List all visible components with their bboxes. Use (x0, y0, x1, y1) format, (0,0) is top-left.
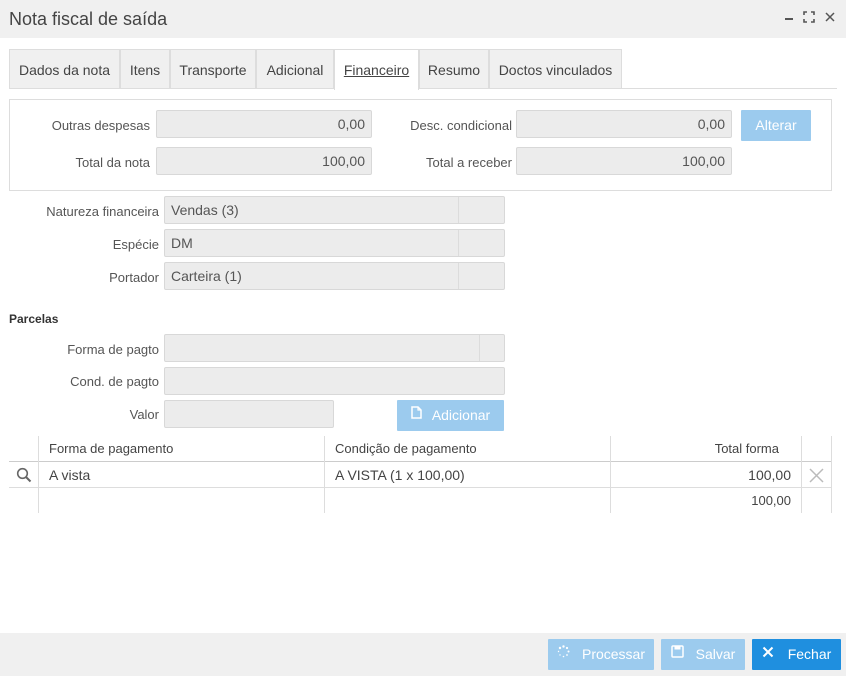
valor-field[interactable] (164, 400, 334, 428)
grid-footer-total: 100,00 (751, 493, 791, 508)
outras-despesas-field[interactable]: 0,00 (156, 110, 372, 138)
desc-condicional-field[interactable]: 0,00 (516, 110, 732, 138)
forma-pagto-label: Forma de pagto (67, 342, 159, 357)
tab-doctos-vinculados[interactable]: Doctos vinculados (489, 49, 622, 88)
portador-value: Carteira (1) (171, 268, 242, 284)
tab-transporte[interactable]: Transporte (170, 49, 256, 88)
search-icon[interactable] (16, 467, 32, 486)
field-divider (479, 335, 480, 361)
field-divider (458, 263, 459, 289)
window-title: Nota fiscal de saída (9, 9, 168, 29)
especie-value: DM (171, 235, 193, 251)
valor-label: Valor (129, 407, 159, 422)
desc-condicional-label: Desc. condicional (410, 118, 512, 133)
adicionar-button[interactable]: Adicionar (397, 400, 504, 431)
close-icon[interactable] (823, 10, 837, 24)
cond-pagto-field[interactable] (164, 367, 505, 395)
row-forma: A vista (49, 467, 91, 483)
portador-field[interactable]: Carteira (1) (164, 262, 505, 290)
tab-itens[interactable]: Itens (120, 49, 170, 88)
forma-pagto-field[interactable] (164, 334, 505, 362)
natureza-financeira-value: Vendas (3) (171, 202, 239, 218)
file-icon (411, 399, 422, 430)
tab-financeiro[interactable]: Financeiro (334, 49, 419, 90)
total-nota-field[interactable]: 100,00 (156, 147, 372, 175)
tab-bar: Dados da nota Itens Transporte Adicional… (9, 49, 837, 90)
especie-field[interactable]: DM (164, 229, 505, 257)
parcelas-title: Parcelas (9, 312, 59, 326)
row-total: 100,00 (748, 467, 791, 483)
header-forma-pagamento[interactable]: Forma de pagamento (49, 441, 173, 456)
portador-label: Portador (109, 270, 159, 285)
totals-panel: Outras despesas 0,00 Desc. condicional 0… (9, 99, 832, 191)
row-condicao: A VISTA (1 x 100,00) (335, 467, 465, 483)
field-divider (458, 230, 459, 256)
total-receber-field[interactable]: 100,00 (516, 147, 732, 175)
table-row[interactable]: A vista A VISTA (1 x 100,00) 100,00 (9, 462, 832, 488)
header-condicao-pagamento[interactable]: Condição de pagamento (335, 441, 477, 456)
tab-resumo[interactable]: Resumo (419, 49, 489, 88)
natureza-financeira-field[interactable]: Vendas (3) (164, 196, 505, 224)
title-bar: Nota fiscal de saída (0, 0, 846, 38)
tab-dados-da-nota[interactable]: Dados da nota (9, 49, 120, 88)
alterar-button[interactable]: Alterar (741, 110, 811, 141)
footer-bar: Processar Salvar Fechar (0, 633, 846, 676)
close-icon (762, 638, 774, 669)
fechar-button[interactable]: Fechar (752, 639, 841, 670)
salvar-label: Salvar (695, 646, 736, 662)
fechar-label: Fechar (787, 646, 832, 662)
field-divider (458, 197, 459, 223)
save-icon (670, 638, 684, 669)
salvar-button[interactable]: Salvar (661, 639, 745, 670)
grid-header: Forma de pagamento Condição de pagamento… (9, 436, 832, 462)
tab-adicional[interactable]: Adicional (256, 49, 334, 88)
outras-despesas-label: Outras despesas (51, 118, 150, 133)
total-nota-label: Total da nota (75, 155, 150, 170)
header-total-forma[interactable]: Total forma (611, 441, 779, 456)
delete-icon[interactable] (808, 467, 825, 487)
natureza-financeira-label: Natureza financeira (46, 204, 159, 219)
processar-label: Processar (581, 646, 646, 662)
spinner-icon (557, 638, 570, 669)
maximize-icon[interactable] (802, 10, 816, 24)
total-receber-label: Total a receber (426, 155, 512, 170)
processar-button[interactable]: Processar (548, 639, 654, 670)
minimize-icon[interactable] (782, 10, 796, 24)
adicionar-label: Adicionar (431, 407, 491, 423)
cond-pagto-label: Cond. de pagto (70, 374, 159, 389)
especie-label: Espécie (112, 237, 159, 252)
